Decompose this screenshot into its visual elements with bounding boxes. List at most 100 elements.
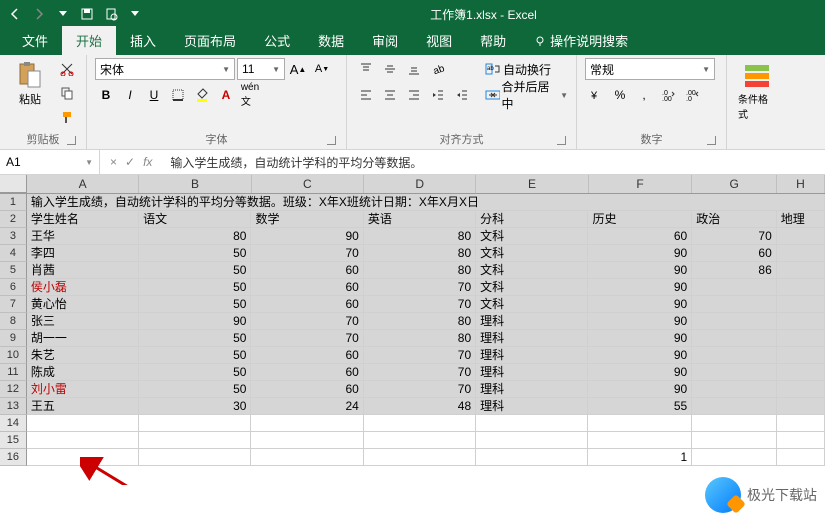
fx-icon[interactable]: fx bbox=[143, 155, 152, 169]
cell[interactable]: 理科 bbox=[476, 313, 588, 330]
cell[interactable]: 60 bbox=[251, 296, 363, 313]
cell[interactable] bbox=[777, 296, 825, 313]
cell[interactable]: 80 bbox=[364, 228, 476, 245]
cell[interactable] bbox=[364, 415, 476, 432]
row-header[interactable]: 16 bbox=[0, 449, 27, 466]
cell[interactable]: 数学 bbox=[251, 211, 363, 228]
underline-button[interactable]: U bbox=[143, 84, 165, 106]
cell[interactable]: 60 bbox=[251, 279, 363, 296]
comma-button[interactable]: , bbox=[633, 84, 655, 106]
cell[interactable] bbox=[692, 432, 777, 449]
cell[interactable]: 90 bbox=[588, 347, 692, 364]
cell[interactable]: 肖茜 bbox=[27, 262, 139, 279]
cell[interactable]: 文科 bbox=[476, 296, 588, 313]
cell[interactable]: 70 bbox=[364, 364, 476, 381]
percent-button[interactable]: % bbox=[609, 84, 631, 106]
cell[interactable]: 86 bbox=[692, 262, 777, 279]
cell[interactable]: 30 bbox=[139, 398, 251, 415]
decrease-indent-button[interactable] bbox=[427, 84, 449, 106]
cell[interactable]: 80 bbox=[364, 245, 476, 262]
cell[interactable]: 理科 bbox=[476, 330, 588, 347]
tab-help[interactable]: 帮助 bbox=[466, 26, 520, 55]
cell[interactable]: 50 bbox=[139, 262, 251, 279]
col-header[interactable]: D bbox=[364, 175, 476, 193]
phonetic-button[interactable]: wén文 bbox=[239, 84, 261, 106]
align-top-button[interactable] bbox=[355, 58, 377, 80]
row-header[interactable]: 8 bbox=[0, 313, 27, 330]
cell[interactable]: 李四 bbox=[27, 245, 139, 262]
cell[interactable]: 90 bbox=[588, 313, 692, 330]
cell[interactable]: 70 bbox=[364, 279, 476, 296]
cell[interactable]: 50 bbox=[139, 347, 251, 364]
cell[interactable]: 文科 bbox=[476, 245, 588, 262]
cell[interactable]: 理科 bbox=[476, 381, 588, 398]
cell[interactable] bbox=[777, 262, 825, 279]
merge-center-button[interactable]: 合并后居中 ▼ bbox=[485, 84, 568, 106]
cell[interactable] bbox=[27, 415, 139, 432]
cell[interactable] bbox=[777, 313, 825, 330]
col-header[interactable]: F bbox=[589, 175, 693, 193]
cell[interactable] bbox=[777, 330, 825, 347]
number-format-combo[interactable]: 常规▼ bbox=[585, 58, 715, 80]
spreadsheet-grid[interactable]: A B C D E F G H 1输入学生成绩，自动统计学科的平均分等数据。班级… bbox=[0, 175, 825, 485]
cell[interactable]: 学生姓名 bbox=[27, 211, 139, 228]
bold-button[interactable]: B bbox=[95, 84, 117, 106]
cell[interactable]: 80 bbox=[364, 330, 476, 347]
cell[interactable]: 70 bbox=[251, 245, 363, 262]
col-header[interactable]: H bbox=[777, 175, 825, 193]
cell[interactable]: 50 bbox=[139, 296, 251, 313]
cell[interactable] bbox=[692, 347, 777, 364]
cell[interactable]: 50 bbox=[139, 279, 251, 296]
cell[interactable] bbox=[777, 279, 825, 296]
row-header[interactable]: 12 bbox=[0, 381, 27, 398]
cell[interactable]: 60 bbox=[251, 347, 363, 364]
cell[interactable]: 50 bbox=[139, 364, 251, 381]
col-header[interactable]: C bbox=[252, 175, 364, 193]
cell[interactable]: 陈成 bbox=[27, 364, 139, 381]
cell[interactable]: 朱艺 bbox=[27, 347, 139, 364]
cell[interactable]: 80 bbox=[139, 228, 251, 245]
row-header[interactable]: 5 bbox=[0, 262, 27, 279]
row-header[interactable]: 11 bbox=[0, 364, 27, 381]
cell[interactable] bbox=[777, 228, 825, 245]
cell[interactable] bbox=[777, 415, 825, 432]
cell[interactable] bbox=[692, 449, 777, 466]
font-color-button[interactable]: A bbox=[215, 84, 237, 106]
row-header[interactable]: 15 bbox=[0, 432, 27, 449]
cell[interactable]: 刘小雷 bbox=[27, 381, 139, 398]
cell[interactable]: 60 bbox=[588, 228, 692, 245]
row-header[interactable]: 6 bbox=[0, 279, 27, 296]
row-header[interactable]: 4 bbox=[0, 245, 27, 262]
cell[interactable] bbox=[588, 432, 692, 449]
wrap-text-button[interactable]: ab 自动换行 bbox=[485, 58, 568, 80]
cell[interactable]: 55 bbox=[588, 398, 692, 415]
cell[interactable] bbox=[364, 449, 476, 466]
tab-home[interactable]: 开始 bbox=[62, 26, 116, 55]
cell[interactable]: 理科 bbox=[476, 364, 588, 381]
align-bottom-button[interactable] bbox=[403, 58, 425, 80]
cell[interactable]: 黄心怡 bbox=[27, 296, 139, 313]
cell[interactable]: 90 bbox=[588, 364, 692, 381]
tab-layout[interactable]: 页面布局 bbox=[170, 26, 250, 55]
cell[interactable]: 70 bbox=[251, 330, 363, 347]
cell[interactable] bbox=[692, 330, 777, 347]
cell[interactable]: 50 bbox=[139, 381, 251, 398]
cell[interactable]: 侯小磊 bbox=[27, 279, 139, 296]
cancel-icon[interactable]: × bbox=[110, 155, 117, 169]
cell[interactable]: 地理 bbox=[777, 211, 825, 228]
orientation-button[interactable]: ab bbox=[427, 58, 449, 80]
cell[interactable] bbox=[692, 381, 777, 398]
align-center-button[interactable] bbox=[379, 84, 401, 106]
align-middle-button[interactable] bbox=[379, 58, 401, 80]
cell[interactable] bbox=[476, 415, 588, 432]
cell[interactable] bbox=[251, 432, 363, 449]
col-header[interactable]: B bbox=[139, 175, 251, 193]
cell[interactable]: 90 bbox=[588, 245, 692, 262]
save-icon[interactable] bbox=[76, 3, 98, 25]
row-header[interactable]: 7 bbox=[0, 296, 27, 313]
cell[interactable]: 输入学生成绩，自动统计学科的平均分等数据。班级：X年X班统计日期：X年X月X日 bbox=[27, 194, 825, 211]
cell[interactable]: 24 bbox=[251, 398, 363, 415]
align-left-button[interactable] bbox=[355, 84, 377, 106]
row-header[interactable]: 1 bbox=[0, 194, 27, 211]
paste-button[interactable]: 粘贴 bbox=[8, 58, 52, 110]
